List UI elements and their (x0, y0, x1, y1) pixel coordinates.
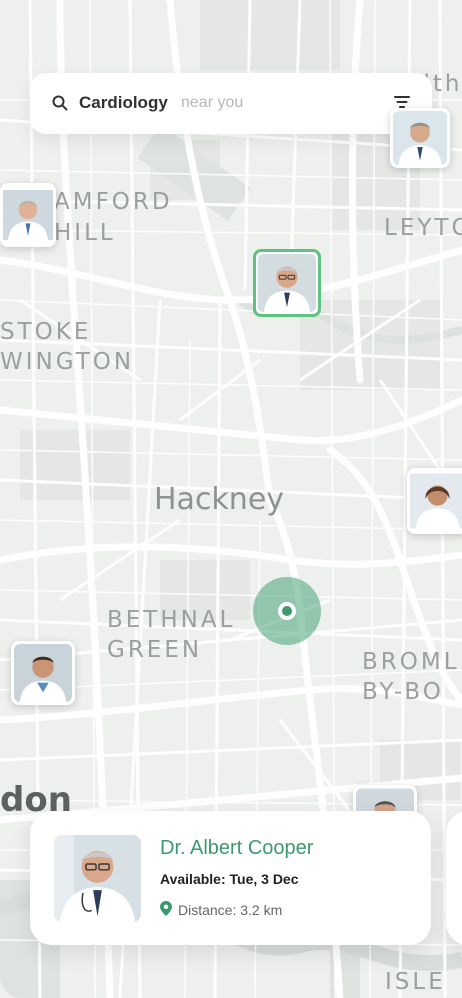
doctor-card[interactable]: Dr. Albert Cooper Available: Tue, 3 Dec … (30, 811, 431, 945)
next-doctor-card-peek[interactable] (446, 811, 462, 945)
search-bar[interactable]: Cardiology near you (30, 73, 432, 134)
doctor-avatar-icon (14, 644, 72, 702)
doctor-photo (54, 835, 141, 922)
map-label-bethnal-green: BETHNAL GREEN (107, 607, 236, 663)
doctor-distance-text: Distance: 3.2 km (178, 902, 283, 918)
doctor-availability: Available: Tue, 3 Dec (160, 871, 299, 887)
map-label-bromley-by-bow: BROML BY-BO (362, 649, 460, 705)
app-screen: M lthams AMFORD HILL LEYTO STOKE WINGTON… (0, 0, 462, 998)
doctor-avatar-icon (258, 254, 316, 312)
map-label-stoke-newington: STOKE WINGTON (0, 319, 135, 375)
doctor-map-pin-selected[interactable] (253, 249, 321, 317)
doctor-avatar-icon (393, 111, 447, 165)
map-label-leyton: LEYTO (384, 215, 462, 241)
doctor-map-pin[interactable] (407, 468, 462, 534)
search-icon (52, 95, 68, 116)
doctor-map-pin[interactable] (0, 183, 56, 247)
map-label-isle: ISLE (385, 969, 446, 995)
doctor-avatar-icon (410, 473, 462, 529)
map-label-stamford-hill: AMFORD HILL (54, 189, 173, 247)
doctor-avatar-icon (3, 190, 53, 240)
map-label-hackney: Hackney (154, 482, 285, 517)
doctor-map-pin[interactable] (11, 641, 75, 705)
location-pin-icon (160, 901, 172, 919)
current-location-marker (253, 577, 321, 645)
search-placeholder: near you (181, 94, 244, 111)
doctor-name: Dr. Albert Cooper (160, 837, 314, 859)
doctor-map-pin[interactable] (390, 108, 450, 168)
search-query[interactable]: Cardiology (79, 93, 168, 113)
doctor-distance: Distance: 3.2 km (160, 901, 282, 919)
